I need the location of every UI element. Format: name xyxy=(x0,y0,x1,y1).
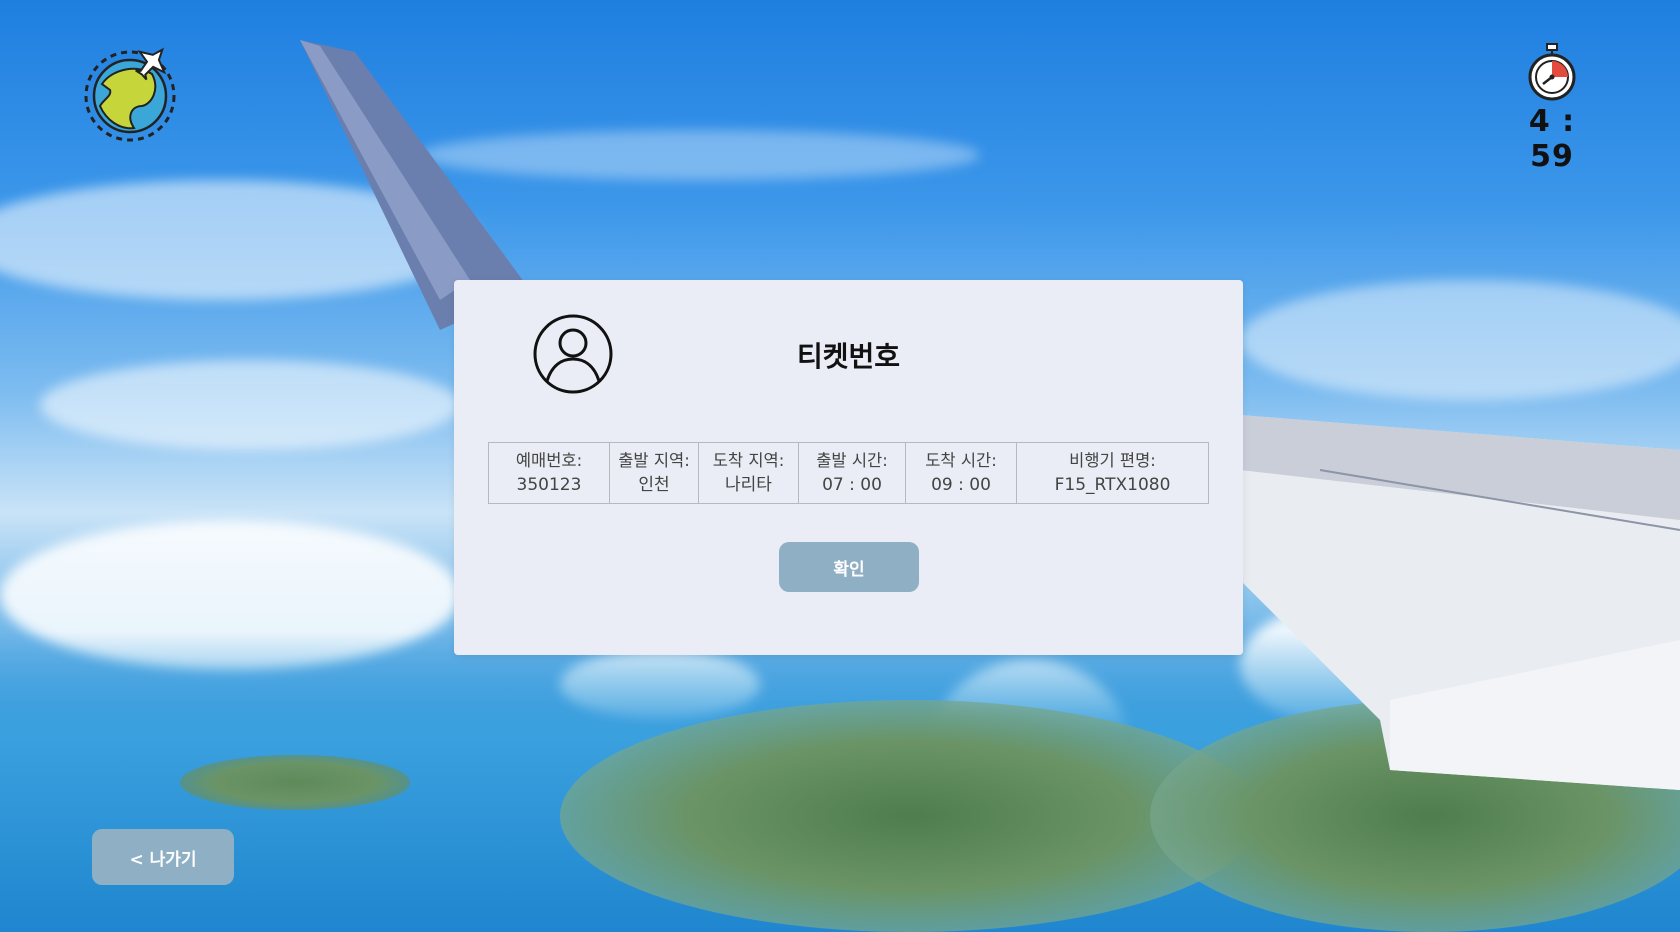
ticket-info-table: 예매번호: 350123 출발 지역: 인천 도착 지역: 나리타 출발 시간:… xyxy=(488,442,1209,504)
ticket-card: 티켓번호 예매번호: 350123 출발 지역: 인천 도착 지역: 나리타 출… xyxy=(454,280,1243,655)
column-label: 출발 시간: xyxy=(816,451,888,470)
background-scene: 4 : 59 티켓번호 예매번호: 350123 출발 지역: 인천 도착 지역… xyxy=(0,0,1680,932)
timer-value: 4 : 59 xyxy=(1528,104,1576,174)
departure-time-cell: 출발 시간: 07 : 00 xyxy=(798,442,906,504)
arrival-time-cell: 도착 시간: 09 : 00 xyxy=(905,442,1017,504)
column-value: 07 : 00 xyxy=(822,475,882,495)
column-label: 비행기 편명: xyxy=(1069,451,1156,470)
arrival-region-cell: 도착 지역: 나리타 xyxy=(698,442,799,504)
table-row: 예매번호: 350123 출발 지역: 인천 도착 지역: 나리타 출발 시간:… xyxy=(488,442,1209,504)
countdown-timer: 4 : 59 xyxy=(1502,42,1602,174)
column-label: 출발 지역: xyxy=(618,451,690,470)
column-value: 나리타 xyxy=(725,475,772,495)
booking-number-cell: 예매번호: 350123 xyxy=(488,442,610,504)
page-title: 티켓번호 xyxy=(796,340,901,373)
stopwatch-icon xyxy=(1528,43,1576,101)
flight-number-cell: 비행기 편명: F15_RTX1080 xyxy=(1016,442,1209,504)
globe-airplane-icon xyxy=(82,44,182,144)
column-value: 09 : 00 xyxy=(931,475,991,495)
column-label: 예매번호: xyxy=(515,451,583,470)
column-label: 도착 지역: xyxy=(712,451,785,470)
exit-button[interactable]: < 나가기 xyxy=(92,829,234,885)
column-label: 도착 시간: xyxy=(925,451,997,470)
column-value: 인천 xyxy=(638,475,670,495)
departure-region-cell: 출발 지역: 인천 xyxy=(609,442,699,504)
column-value: 350123 xyxy=(516,475,582,495)
column-value: F15_RTX1080 xyxy=(1054,475,1171,495)
confirm-button[interactable]: 확인 xyxy=(779,542,919,592)
